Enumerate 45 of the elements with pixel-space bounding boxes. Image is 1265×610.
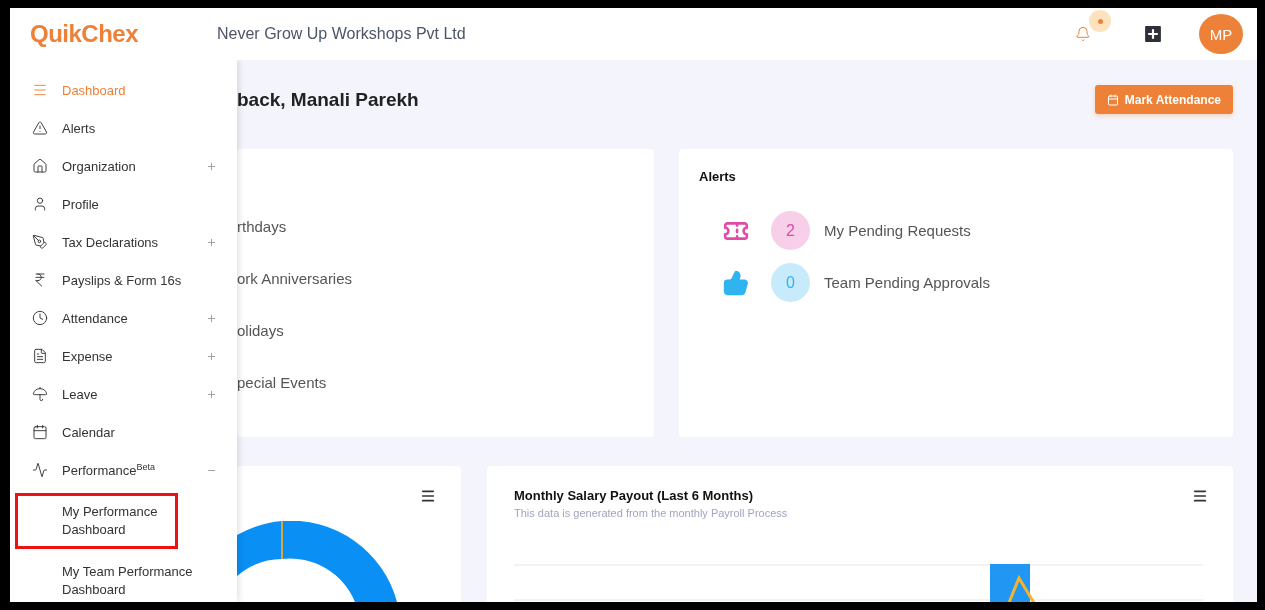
card-title: Monthly Salary Payout (Last 6 Months) bbox=[514, 488, 754, 503]
bell-icon[interactable] bbox=[1075, 26, 1091, 42]
calendar-icon bbox=[1106, 93, 1119, 106]
sidebar-item[interactable]: Calendar bbox=[10, 413, 237, 451]
sidebar-item[interactable]: Tax Declarations bbox=[10, 223, 237, 261]
expand-icon[interactable] bbox=[206, 236, 217, 248]
expand-icon[interactable] bbox=[206, 312, 217, 324]
event-category[interactable]: olidays bbox=[237, 321, 654, 340]
menu-item-icon bbox=[32, 348, 48, 364]
menu-item-icon bbox=[32, 82, 48, 98]
submenu-item[interactable]: My Performance Dashboard bbox=[15, 493, 178, 549]
sidebar-item[interactable]: Expense bbox=[10, 337, 237, 375]
expand-icon[interactable] bbox=[206, 388, 217, 400]
submenu-item[interactable]: My Team Performance Dashboard bbox=[15, 553, 210, 602]
menu-icon[interactable] bbox=[1192, 488, 1208, 504]
menu-item-icon bbox=[32, 424, 48, 440]
sidebar-item[interactable]: Leave bbox=[10, 375, 237, 413]
menu-item-icon bbox=[32, 386, 48, 402]
company-name: Never Grow Up Workshops Pvt Ltd bbox=[217, 25, 467, 43]
alert-link[interactable]: Team Pending Approvals bbox=[824, 274, 990, 291]
sidebar-item[interactable]: Profile bbox=[10, 185, 237, 223]
count-badge: 2 bbox=[771, 211, 810, 250]
sidebar-item[interactable]: Alerts bbox=[10, 109, 237, 147]
menu-item-icon bbox=[32, 120, 48, 136]
menu-item-icon bbox=[32, 272, 48, 288]
sidebar-item[interactable]: Organization bbox=[10, 147, 237, 185]
expand-icon[interactable] bbox=[206, 160, 217, 172]
card-title: Alerts bbox=[699, 169, 736, 184]
welcome-heading: back, Manali Parekh bbox=[237, 88, 419, 111]
sidebar-item[interactable]: Attendance bbox=[10, 299, 237, 337]
card-subtitle: This data is generated from the monthly Payroll Process bbox=[514, 507, 789, 519]
event-category[interactable]: pecial Events bbox=[237, 373, 654, 392]
sidebar-item[interactable]: Performance$^{Beta}$ bbox=[10, 451, 237, 489]
count-badge: 0 bbox=[771, 263, 810, 302]
event-category[interactable]: rthdays bbox=[237, 217, 654, 236]
menu-item-icon bbox=[32, 158, 48, 174]
expand-icon[interactable] bbox=[206, 350, 217, 362]
menu-item-icon bbox=[32, 196, 48, 212]
menu-icon[interactable] bbox=[420, 488, 436, 504]
menu-item-icon bbox=[32, 234, 48, 250]
alert-link[interactable]: My Pending Requests bbox=[824, 222, 971, 239]
menu-item-icon bbox=[32, 310, 48, 326]
sidebar-item[interactable]: Payslips & Form 16s bbox=[10, 261, 237, 299]
menu-item-icon bbox=[32, 462, 48, 478]
event-category[interactable]: ork Anniversaries bbox=[237, 269, 654, 288]
